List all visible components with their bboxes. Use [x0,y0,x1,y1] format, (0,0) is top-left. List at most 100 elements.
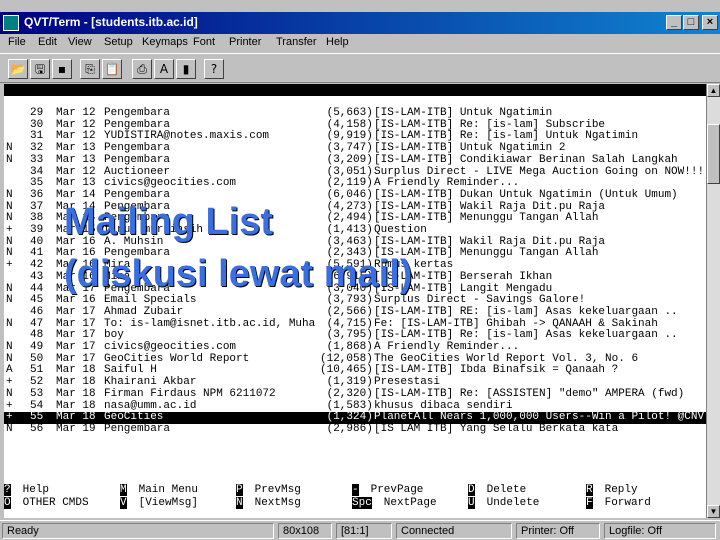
open-folder-icon[interactable]: 📂 [8,59,28,79]
command-key[interactable]: Spc [352,497,372,509]
vertical-scrollbar[interactable]: ▲ ▼ [706,84,720,518]
command-key[interactable]: ? [4,484,11,496]
command-key[interactable]: F [586,497,593,509]
message-date: Mar 12 [56,107,96,119]
colors-icon[interactable]: ▮ [176,59,196,79]
message-from: Firman Firdaus NPM 6211072 [104,387,276,400]
command-label[interactable]: PrevMsg [255,484,301,496]
command-key[interactable]: V [120,497,127,509]
command-key[interactable]: O [4,497,11,509]
close-button[interactable]: × [702,15,718,30]
scroll-up-icon[interactable]: ▲ [707,84,720,97]
font-icon[interactable]: A [154,59,174,79]
paste-icon[interactable]: 📋 [102,59,122,79]
message-flag: N [6,188,13,201]
message-subject: [IS-LAM-ITB] Condikiawar Berinan Salah L… [374,153,678,166]
message-from: Pengembara [104,153,171,166]
command-label[interactable]: [ViewMsg] [139,497,198,509]
message-row[interactable]: 29 Mar 12 Pengembara (5,663) [IS-LAM-ITB] Un… [4,107,706,120]
save-icon[interactable]: ▪ [52,59,72,79]
app-icon[interactable] [3,15,19,31]
menu-item-font[interactable]: Font [193,36,215,48]
message-row[interactable]: N 53 Mar 18 Firman Firdaus NPM 6211072 (2,32… [4,387,706,401]
command-key[interactable]: U [468,497,475,509]
message-flag: N [6,294,13,307]
message-number: 43 [30,270,44,283]
message-flag: + [6,224,13,236]
status-printer: Printer: Off [516,523,600,539]
message-subject: [IS LAM ITB] Yang Selalu Berkata kata [374,422,619,435]
command-label[interactable]: OTHER CMDS [23,497,89,509]
message-date: Mar 17 [56,341,96,353]
message-number: 29 [30,107,44,119]
window-title: QVT/Term - [students.itb.ac.id] [24,15,198,29]
disk-icon[interactable]: 🖫 [30,59,50,79]
command-label[interactable]: Undelete [487,497,540,509]
menu-bar: File Edit View Setup Keymaps Font Printer Trans… [0,34,720,52]
message-date: Mar 17 [56,305,96,318]
message-subject: [IS-LAM-ITB] Untuk Ngatimin [374,107,553,119]
scroll-thumb[interactable] [707,124,720,184]
toolbar: 📂 🖫 ▪ ⎘ 📋 ⎙ A ▮? [0,53,720,83]
print-icon[interactable]: ⎙ [132,59,152,79]
status-size: 80x108 [278,523,332,539]
menu-item-keymaps[interactable]: Keymaps [142,36,188,48]
command-key[interactable]: P [236,484,243,496]
menu-item-edit[interactable]: Edit [38,36,57,48]
message-size: (2,320) [326,387,373,400]
message-size: (1,868) [326,341,373,353]
title-bar[interactable]: QVT/Term - [students.itb.ac.id] _ □ × [0,12,720,34]
menu-item-file[interactable]: File [8,36,26,48]
menu-item-help[interactable]: Help [326,36,349,48]
command-label[interactable]: Help [23,484,49,496]
menu-item-printer[interactable]: Printer [229,36,261,48]
status-connection: Connected [396,523,512,539]
message-number: 56 [30,422,44,435]
command-label[interactable]: Delete [487,484,527,496]
menu-item-view[interactable]: View [68,36,92,48]
command-key[interactable]: D [468,484,475,496]
menu-item-setup[interactable]: Setup [104,36,133,48]
help-icon[interactable]: ? [204,59,224,79]
message-row[interactable]: N 49 Mar 17 civics@geocities.com (1,868) A Fr… [4,341,706,354]
command-key[interactable]: M [120,484,127,496]
message-flag: + [6,259,13,272]
command-label[interactable]: NextPage [384,497,437,509]
copy-icon[interactable]: ⎘ [80,59,100,79]
command-key[interactable]: R [586,484,593,496]
minimize-button[interactable]: _ [666,15,682,30]
message-row[interactable]: 46 Mar 17 Ahmad Zubair (2,566) [IS-LAM-ITB] … [4,305,706,319]
status-position: [81:1] [336,523,392,539]
message-from: Ahmad Zubair [104,305,184,318]
menu-item-transfer[interactable]: Transfer [276,36,317,48]
message-subject: [IS-LAM-ITB] RE: [is-lam] Asas kekeluarg… [374,305,678,318]
command-label[interactable]: NextMsg [255,497,301,509]
message-subject: [IS-LAM-ITB] Re: [ASSISTEN] "demo" AMPER… [374,387,685,400]
command-key[interactable]: N [236,497,243,509]
status-ready: Ready [2,523,274,539]
message-row[interactable]: N 56 Mar 19 Pengembara (2,986) [IS LAM ITB] Y… [4,422,706,436]
message-flag: N [6,341,13,353]
command-label[interactable]: Reply [605,484,638,496]
message-number: 36 [30,188,44,201]
message-from: civics@geocities.com [104,341,237,353]
caption-line-1: Mailing List [64,201,273,243]
message-date: Mar 18 [56,387,96,400]
message-subject: A Friendly Reminder... [374,341,520,353]
message-size: (3,209) [326,153,373,166]
command-label[interactable]: PrevPage [371,484,424,496]
message-number: 39 [30,224,44,236]
message-from: Pengembara [104,422,171,435]
status-bar: Ready 80x108 [81:1] Connected Printer: O… [0,520,720,540]
maximize-button[interactable]: □ [683,15,699,30]
message-row[interactable]: N 33 Mar 13 Pengembara (3,209) [IS-LAM-ITB] C… [4,153,706,167]
command-key[interactable]: - [352,484,359,496]
command-label[interactable]: Main Menu [139,484,198,496]
message-number: 49 [30,341,44,353]
message-subject: [IS-LAM-ITB] Dukan Untuk Ngatimin (Untuk… [374,188,678,201]
message-flag: N [6,387,13,400]
scroll-down-icon[interactable]: ▼ [707,505,720,518]
terminal-screen[interactable]: PINE 3.91 FOLDER INDEX Folder: INBOX Mes… [4,84,706,518]
command-menu: ? Help M Main Menu P PrevMsg - PrevPage D Delete R… [4,484,706,514]
command-label[interactable]: Forward [605,497,651,509]
